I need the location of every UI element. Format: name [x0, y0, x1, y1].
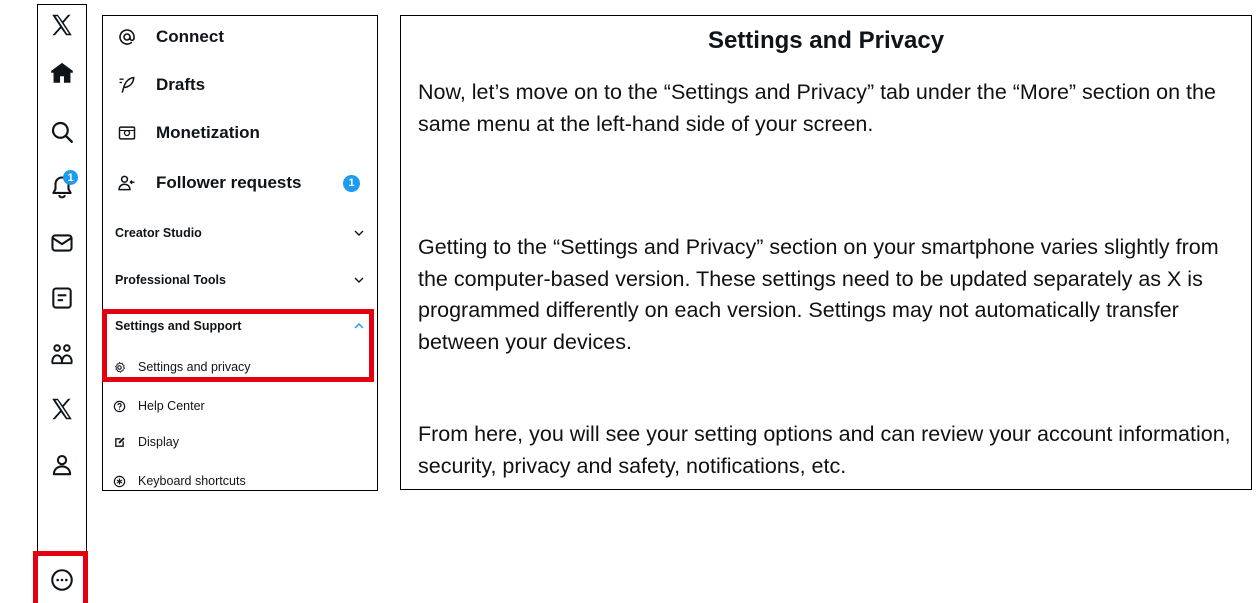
keyboard-shortcuts-icon [112, 474, 126, 488]
notification-count-badge: 1 [63, 170, 78, 185]
search-icon[interactable] [38, 112, 85, 152]
menu-item-keyboard-shortcuts[interactable]: Keyboard shortcuts [103, 469, 377, 490]
monetization-icon [116, 122, 138, 144]
drafts-quill-icon [116, 74, 138, 96]
notifications-icon[interactable]: 1 [38, 167, 85, 207]
section-label: Professional Tools [115, 273, 226, 287]
menu-item-label: Keyboard shortcuts [138, 474, 246, 488]
instruction-title: Settings and Privacy [707, 27, 945, 54]
communities-icon[interactable] [38, 334, 85, 374]
section-label: Creator Studio [115, 226, 202, 240]
home-icon[interactable] [38, 53, 85, 93]
chevron-down-icon [354, 230, 364, 236]
settings-highlight-box [102, 309, 374, 382]
section-creator-studio[interactable]: Creator Studio [103, 219, 377, 247]
menu-item-help-center[interactable]: Help Center [103, 394, 377, 418]
follower-request-icon [116, 172, 138, 194]
menu-item-connect[interactable]: Connect [103, 22, 377, 52]
menu-item-label: Display [138, 435, 179, 449]
more-menu-panel: Connect Drafts Monetization Follower req… [102, 15, 378, 491]
messages-icon[interactable] [38, 223, 85, 263]
menu-item-label: Help Center [138, 399, 205, 413]
x-logo-icon[interactable] [38, 5, 85, 45]
at-sign-icon [116, 26, 138, 48]
menu-item-label: Follower requests [156, 173, 302, 192]
section-professional-tools[interactable]: Professional Tools [103, 266, 377, 294]
display-edit-icon [112, 435, 126, 449]
instruction-paragraph-2: Getting to the “Settings and Privacy” se… [418, 235, 1219, 354]
lists-icon[interactable] [38, 278, 85, 318]
more-highlight-box [33, 551, 88, 603]
chevron-down-icon [354, 277, 364, 283]
follower-requests-badge: 1 [343, 174, 360, 192]
menu-item-follower-requests[interactable]: Follower requests 1 [103, 168, 377, 198]
premium-x-icon[interactable] [38, 389, 85, 429]
menu-item-label: Monetization [156, 123, 260, 142]
instruction-paragraph-3: From here, you will see your setting opt… [418, 422, 1231, 478]
menu-item-drafts[interactable]: Drafts [103, 70, 377, 100]
left-nav-rail: 1 [37, 4, 87, 603]
menu-item-label: Drafts [156, 75, 206, 94]
instruction-paragraph-1: Now, let’s move on to the “Settings and … [418, 80, 1216, 136]
menu-item-monetization[interactable]: Monetization [103, 118, 377, 148]
menu-item-display[interactable]: Display [103, 430, 377, 454]
instruction-textbox: Settings and Privacy Now, let’s move on … [400, 15, 1252, 490]
profile-icon[interactable] [38, 445, 85, 485]
help-icon [112, 399, 126, 413]
menu-item-label: Connect [156, 27, 224, 46]
